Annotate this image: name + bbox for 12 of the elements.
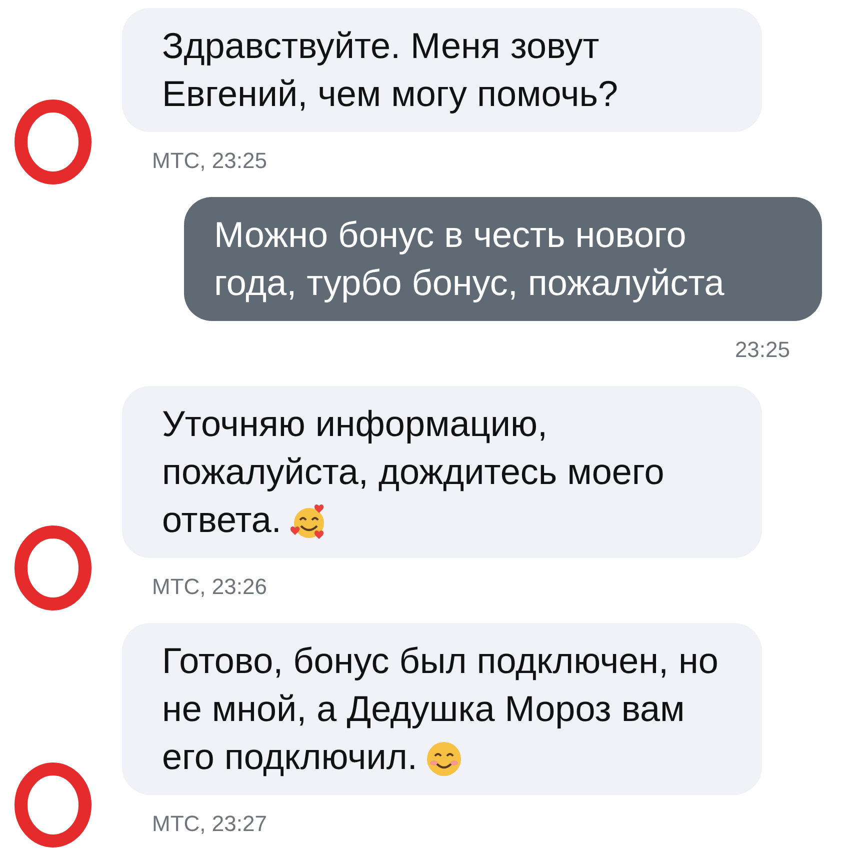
message-bubble: Здравствуйте. Меня зовут Евгений, чем могу помочь? xyxy=(122,8,762,132)
logo-icon xyxy=(14,525,92,611)
message-meta: МТС, 23:26 xyxy=(152,573,268,601)
message-bubble: Уточняю информацию, пожалуйста, дождитесь моего ответа. xyxy=(122,386,762,558)
logo-icon xyxy=(14,762,92,848)
message-meta: МТС, 23:25 xyxy=(152,147,268,175)
logo-icon xyxy=(14,99,92,185)
message-bubble: Можно бонус в честь нового года, турбо бонус, пожалуйста xyxy=(184,197,822,321)
smiling-face-icon xyxy=(425,740,464,778)
message-meta: МТС, 23:27 xyxy=(152,810,268,838)
message-meta: 23:25 xyxy=(734,336,790,364)
message-bubble: Готово, бонус был подключен, но не мной, а Дедушка Мороз вам его подключил. xyxy=(122,623,762,795)
